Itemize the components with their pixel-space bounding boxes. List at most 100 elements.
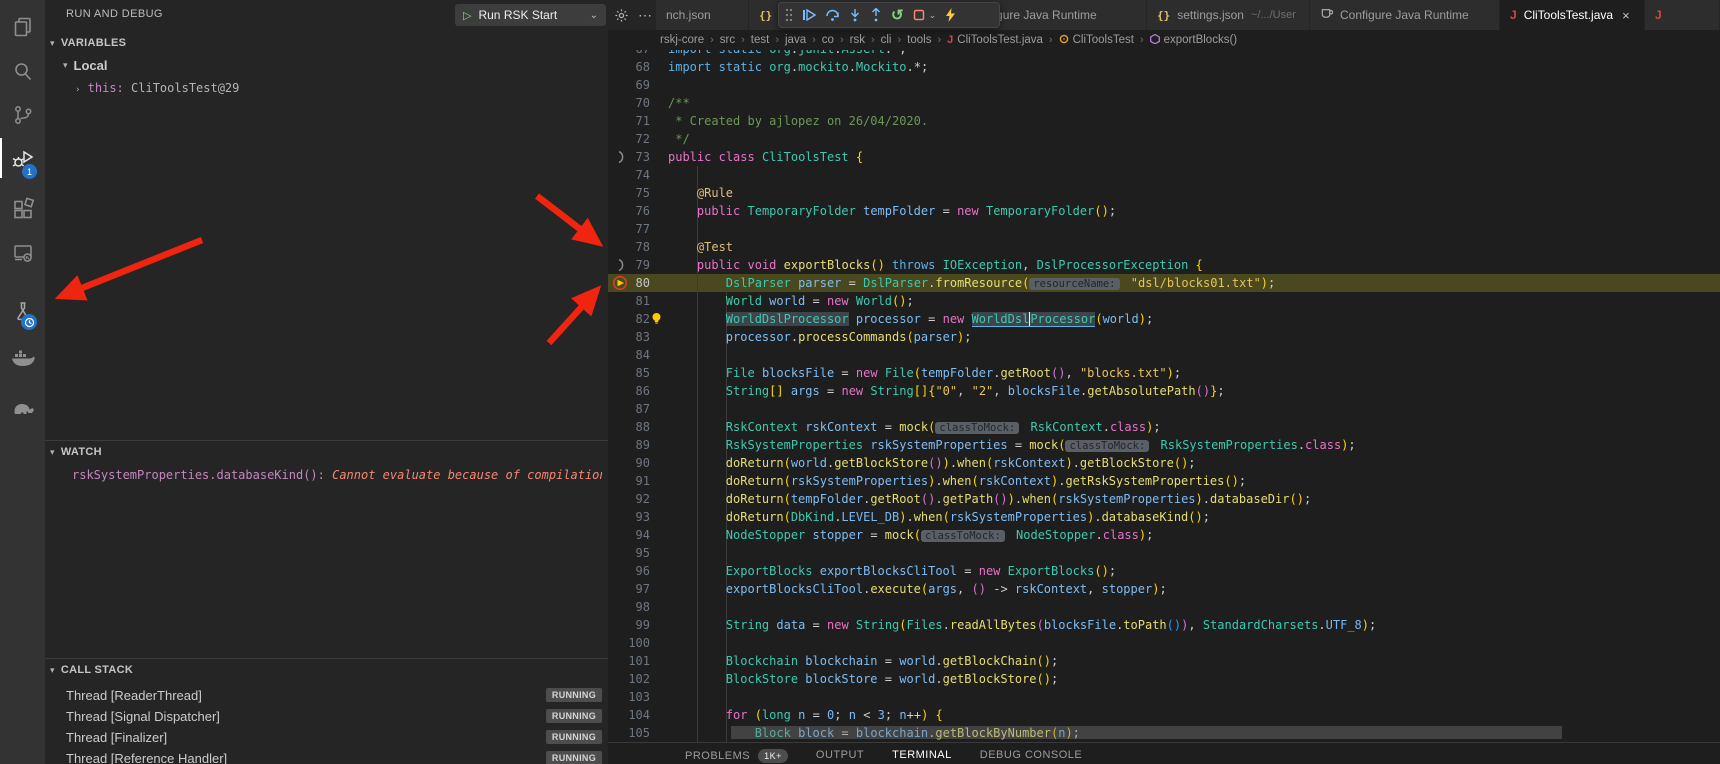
line-number[interactable]: 100	[608, 634, 650, 652]
code-line[interactable]: BlockStore blockStore = world.getBlockSt…	[668, 670, 1058, 688]
code-line[interactable]: processor.processCommands(parser);	[668, 328, 972, 346]
call-stack-thread-row[interactable]: Thread [ReaderThread]RUNNING	[66, 685, 602, 705]
breadcrumb-item[interactable]: rsk	[850, 34, 865, 46]
line-number[interactable]: 91	[608, 472, 650, 490]
code-line[interactable]: for (long n = 0; n < 3; n++) {	[668, 706, 943, 724]
step-out-icon[interactable]	[870, 8, 882, 22]
docker-icon[interactable]	[0, 336, 45, 381]
call-stack-section-header[interactable]: ▾ CALL STACK	[50, 664, 133, 676]
code-line[interactable]: doReturn(world.getBlockStore()).when(rsk…	[668, 454, 1196, 472]
code-line[interactable]: String data = new String(Files.readAllBy…	[668, 616, 1376, 634]
watch-expression-row[interactable]: rskSystemProperties.databaseKind(): Cann…	[72, 468, 602, 482]
panel-tab-debug-console[interactable]: DEBUG CONSOLE	[980, 749, 1082, 761]
line-number[interactable]: 77	[608, 220, 650, 238]
tab-settings-json[interactable]: {}settings.json~/.../User	[1147, 0, 1310, 30]
line-number[interactable]: 89	[608, 436, 650, 454]
drag-grip-icon[interactable]	[785, 8, 793, 22]
run-config-button[interactable]: ▷ Run RSK Start ⌄	[455, 4, 606, 26]
breadcrumb-item[interactable]: java	[785, 34, 806, 46]
remote-explorer-icon[interactable]	[0, 230, 45, 275]
explorer-icon[interactable]	[0, 4, 45, 49]
call-stack-thread-row[interactable]: Thread [Reference Handler]RUNNING	[66, 748, 602, 764]
line-number[interactable]: 75	[608, 184, 650, 202]
tab-nch-json[interactable]: nch.json	[656, 0, 749, 30]
line-number[interactable]: 99	[608, 616, 650, 634]
code-line[interactable]: doReturn(tempFolder.getRoot().getPath())…	[668, 490, 1311, 508]
breadcrumb-item[interactable]: JCliToolsTest.java	[947, 34, 1043, 46]
breadcrumb-item[interactable]: cli	[881, 34, 892, 46]
line-number[interactable]: 92	[608, 490, 650, 508]
call-stack-thread-row[interactable]: Thread [Signal Dispatcher]RUNNING	[66, 706, 602, 726]
breadcrumb-item[interactable]: src	[720, 34, 735, 46]
code-line[interactable]: RskContext rskContext = mock(classToMock…	[668, 418, 1161, 436]
line-number[interactable]: 68	[608, 58, 650, 76]
code-line[interactable]: NodeStopper stopper = mock(classToMock: …	[668, 526, 1153, 544]
line-number[interactable]: 96	[608, 562, 650, 580]
breadcrumb-item[interactable]: tools	[907, 34, 931, 46]
horizontal-scrollbar[interactable]	[731, 726, 1562, 739]
code-line[interactable]: @Test	[668, 238, 733, 256]
line-number[interactable]: 88	[608, 418, 650, 436]
breadcrumb-item[interactable]: exportBlocks()	[1150, 34, 1238, 47]
close-icon[interactable]: ×	[1622, 8, 1630, 23]
tab-configure-java-runtime[interactable]: Configure Java Runtime	[1310, 0, 1500, 30]
gradle-elephant-icon[interactable]	[0, 384, 45, 429]
line-number[interactable]: 98	[608, 598, 650, 616]
line-number[interactable]: 84	[608, 346, 650, 364]
line-number[interactable]: 86	[608, 382, 650, 400]
line-number[interactable]: 82	[608, 310, 650, 328]
line-number[interactable]: 93	[608, 508, 650, 526]
line-number[interactable]: 76	[608, 202, 650, 220]
code-line[interactable]: String[] args = new String[]{"0", "2", b…	[668, 382, 1225, 400]
debug-current-step-icon[interactable]	[612, 275, 628, 296]
code-line[interactable]: * Created by ajlopez on 26/04/2020.	[668, 112, 928, 130]
line-number[interactable]: 78	[608, 238, 650, 256]
lightbulb-icon[interactable]	[650, 312, 663, 330]
breadcrumb-item[interactable]: rskj-core	[660, 34, 704, 46]
hot-code-replace-bolt-icon[interactable]	[945, 8, 956, 22]
code-line[interactable]: public TemporaryFolder tempFolder = new …	[668, 202, 1116, 220]
variable-this-row[interactable]: › this: CliToolsTest@29	[75, 81, 239, 95]
variables-scope-local[interactable]: ▾ Local	[63, 58, 108, 73]
code-editor[interactable]: 67import static org.junit.Assert.*;68imp…	[608, 0, 1720, 742]
breadcrumb-item[interactable]: co	[822, 34, 834, 46]
panel-tab-output[interactable]: OUTPUT	[816, 749, 864, 761]
code-line[interactable]: DslParser parser = DslParser.fromResourc…	[668, 274, 1275, 292]
line-number[interactable]: 95	[608, 544, 650, 562]
breadcrumb-item[interactable]: test	[751, 34, 770, 46]
line-number[interactable]: 97	[608, 580, 650, 598]
line-number[interactable]: 94	[608, 526, 650, 544]
code-line[interactable]: doReturn(rskSystemProperties).when(rskCo…	[668, 472, 1246, 490]
line-number[interactable]: 85	[608, 364, 650, 382]
code-line[interactable]: WorldDslProcessor processor = new WorldD…	[668, 310, 1153, 328]
code-line[interactable]: ExportBlocks exportBlocksCliTool = new E…	[668, 562, 1116, 580]
code-line[interactable]: File blocksFile = new File(tempFolder.ge…	[668, 364, 1181, 382]
line-number[interactable]: 72	[608, 130, 650, 148]
line-number[interactable]: 69	[608, 76, 650, 94]
stop-menu-chevron-icon[interactable]: ⌄	[929, 10, 937, 21]
breadcrumb-item[interactable]: CliToolsTest	[1059, 34, 1134, 47]
code-line[interactable]: public class CliToolsTest {	[668, 148, 863, 166]
panel-tab-problems[interactable]: PROBLEMS1K+	[685, 749, 788, 763]
stop-icon[interactable]	[913, 9, 925, 21]
more-actions-icon[interactable]: ⋯	[638, 0, 653, 30]
code-line[interactable]: doReturn(DbKind.LEVEL_DB).when(rskSystem…	[668, 508, 1210, 526]
code-line[interactable]: Blockchain blockchain = world.getBlockCh…	[668, 652, 1058, 670]
restart-icon[interactable]: ↺	[891, 6, 904, 24]
source-control-icon[interactable]	[0, 92, 45, 137]
line-number[interactable]: 71	[608, 112, 650, 130]
line-number[interactable]: 83	[608, 328, 650, 346]
variables-section-header[interactable]: ▾ VARIABLES	[50, 37, 126, 49]
step-over-icon[interactable]	[825, 8, 840, 22]
tab-java-partial[interactable]: J	[1645, 0, 1720, 30]
tab-clitoolstest-java[interactable]: JCliToolsTest.java×	[1500, 0, 1645, 30]
line-number[interactable]: 105	[608, 724, 650, 742]
search-icon[interactable]	[0, 48, 45, 93]
watch-section-header[interactable]: ▾ WATCH	[50, 446, 102, 458]
fold-region-arc-icon[interactable]	[615, 150, 629, 169]
line-number[interactable]: 90	[608, 454, 650, 472]
code-line[interactable]: exportBlocksCliTool.execute(args, () -> …	[668, 580, 1167, 598]
continue-icon[interactable]	[802, 8, 816, 22]
code-line[interactable]: RskSystemProperties rskSystemProperties …	[668, 436, 1356, 454]
line-number[interactable]: 102	[608, 670, 650, 688]
